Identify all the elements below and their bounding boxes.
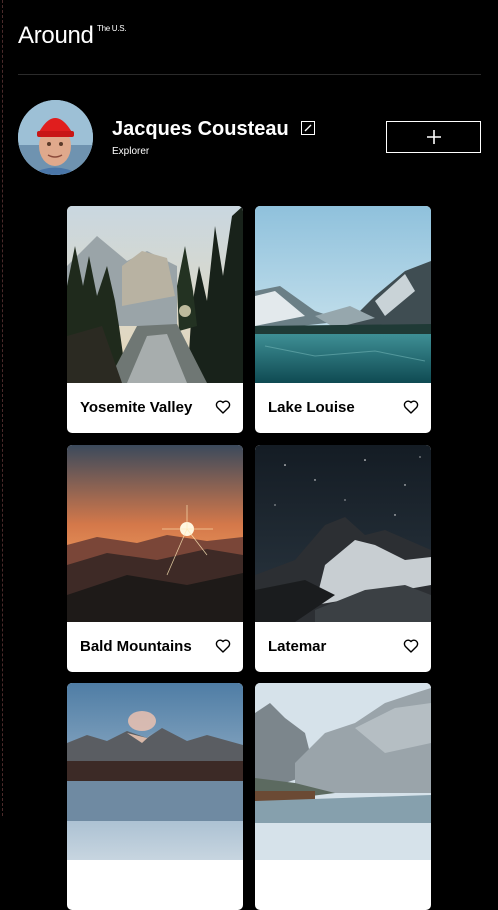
page-edge-line — [2, 0, 3, 816]
place-photo[interactable] — [67, 445, 243, 622]
logo-superscript: The U.S. — [97, 24, 127, 33]
place-card: Lake Louise — [255, 206, 431, 433]
avatar[interactable] — [18, 100, 93, 175]
place-card: Yosemite Valley — [67, 206, 243, 433]
place-card — [67, 683, 243, 910]
heart-icon — [403, 639, 419, 653]
profile: Jacques Cousteau Explorer — [18, 100, 481, 176]
like-button[interactable] — [215, 399, 231, 415]
place-photo[interactable] — [255, 445, 431, 622]
place-card: Bald Mountains — [67, 445, 243, 672]
header-divider — [18, 74, 481, 75]
place-card: Latemar — [255, 445, 431, 672]
place-photo[interactable] — [255, 683, 431, 860]
header: Around The U.S. — [18, 22, 481, 74]
place-photo[interactable] — [67, 683, 243, 860]
like-button[interactable] — [403, 399, 419, 415]
plus-icon — [426, 130, 441, 144]
place-card — [255, 683, 431, 910]
edit-profile-button[interactable] — [301, 121, 315, 135]
profile-role: Explorer — [112, 146, 150, 157]
place-photo[interactable] — [255, 206, 431, 383]
edit-icon — [304, 124, 312, 132]
place-title: Bald Mountains — [80, 638, 192, 655]
place-title: Lake Louise — [268, 399, 355, 416]
heart-icon — [403, 400, 419, 414]
logo: Around The U.S. — [18, 22, 126, 50]
like-button[interactable] — [215, 638, 231, 654]
place-title: Yosemite Valley — [80, 399, 193, 416]
place-photo[interactable] — [67, 206, 243, 383]
logo-text: Around — [18, 22, 94, 49]
place-title: Latemar — [268, 638, 327, 655]
heart-icon — [215, 639, 231, 653]
add-place-button[interactable] — [386, 121, 481, 153]
profile-name: Jacques Cousteau — [112, 118, 289, 140]
heart-icon — [215, 400, 231, 414]
like-button[interactable] — [403, 638, 419, 654]
